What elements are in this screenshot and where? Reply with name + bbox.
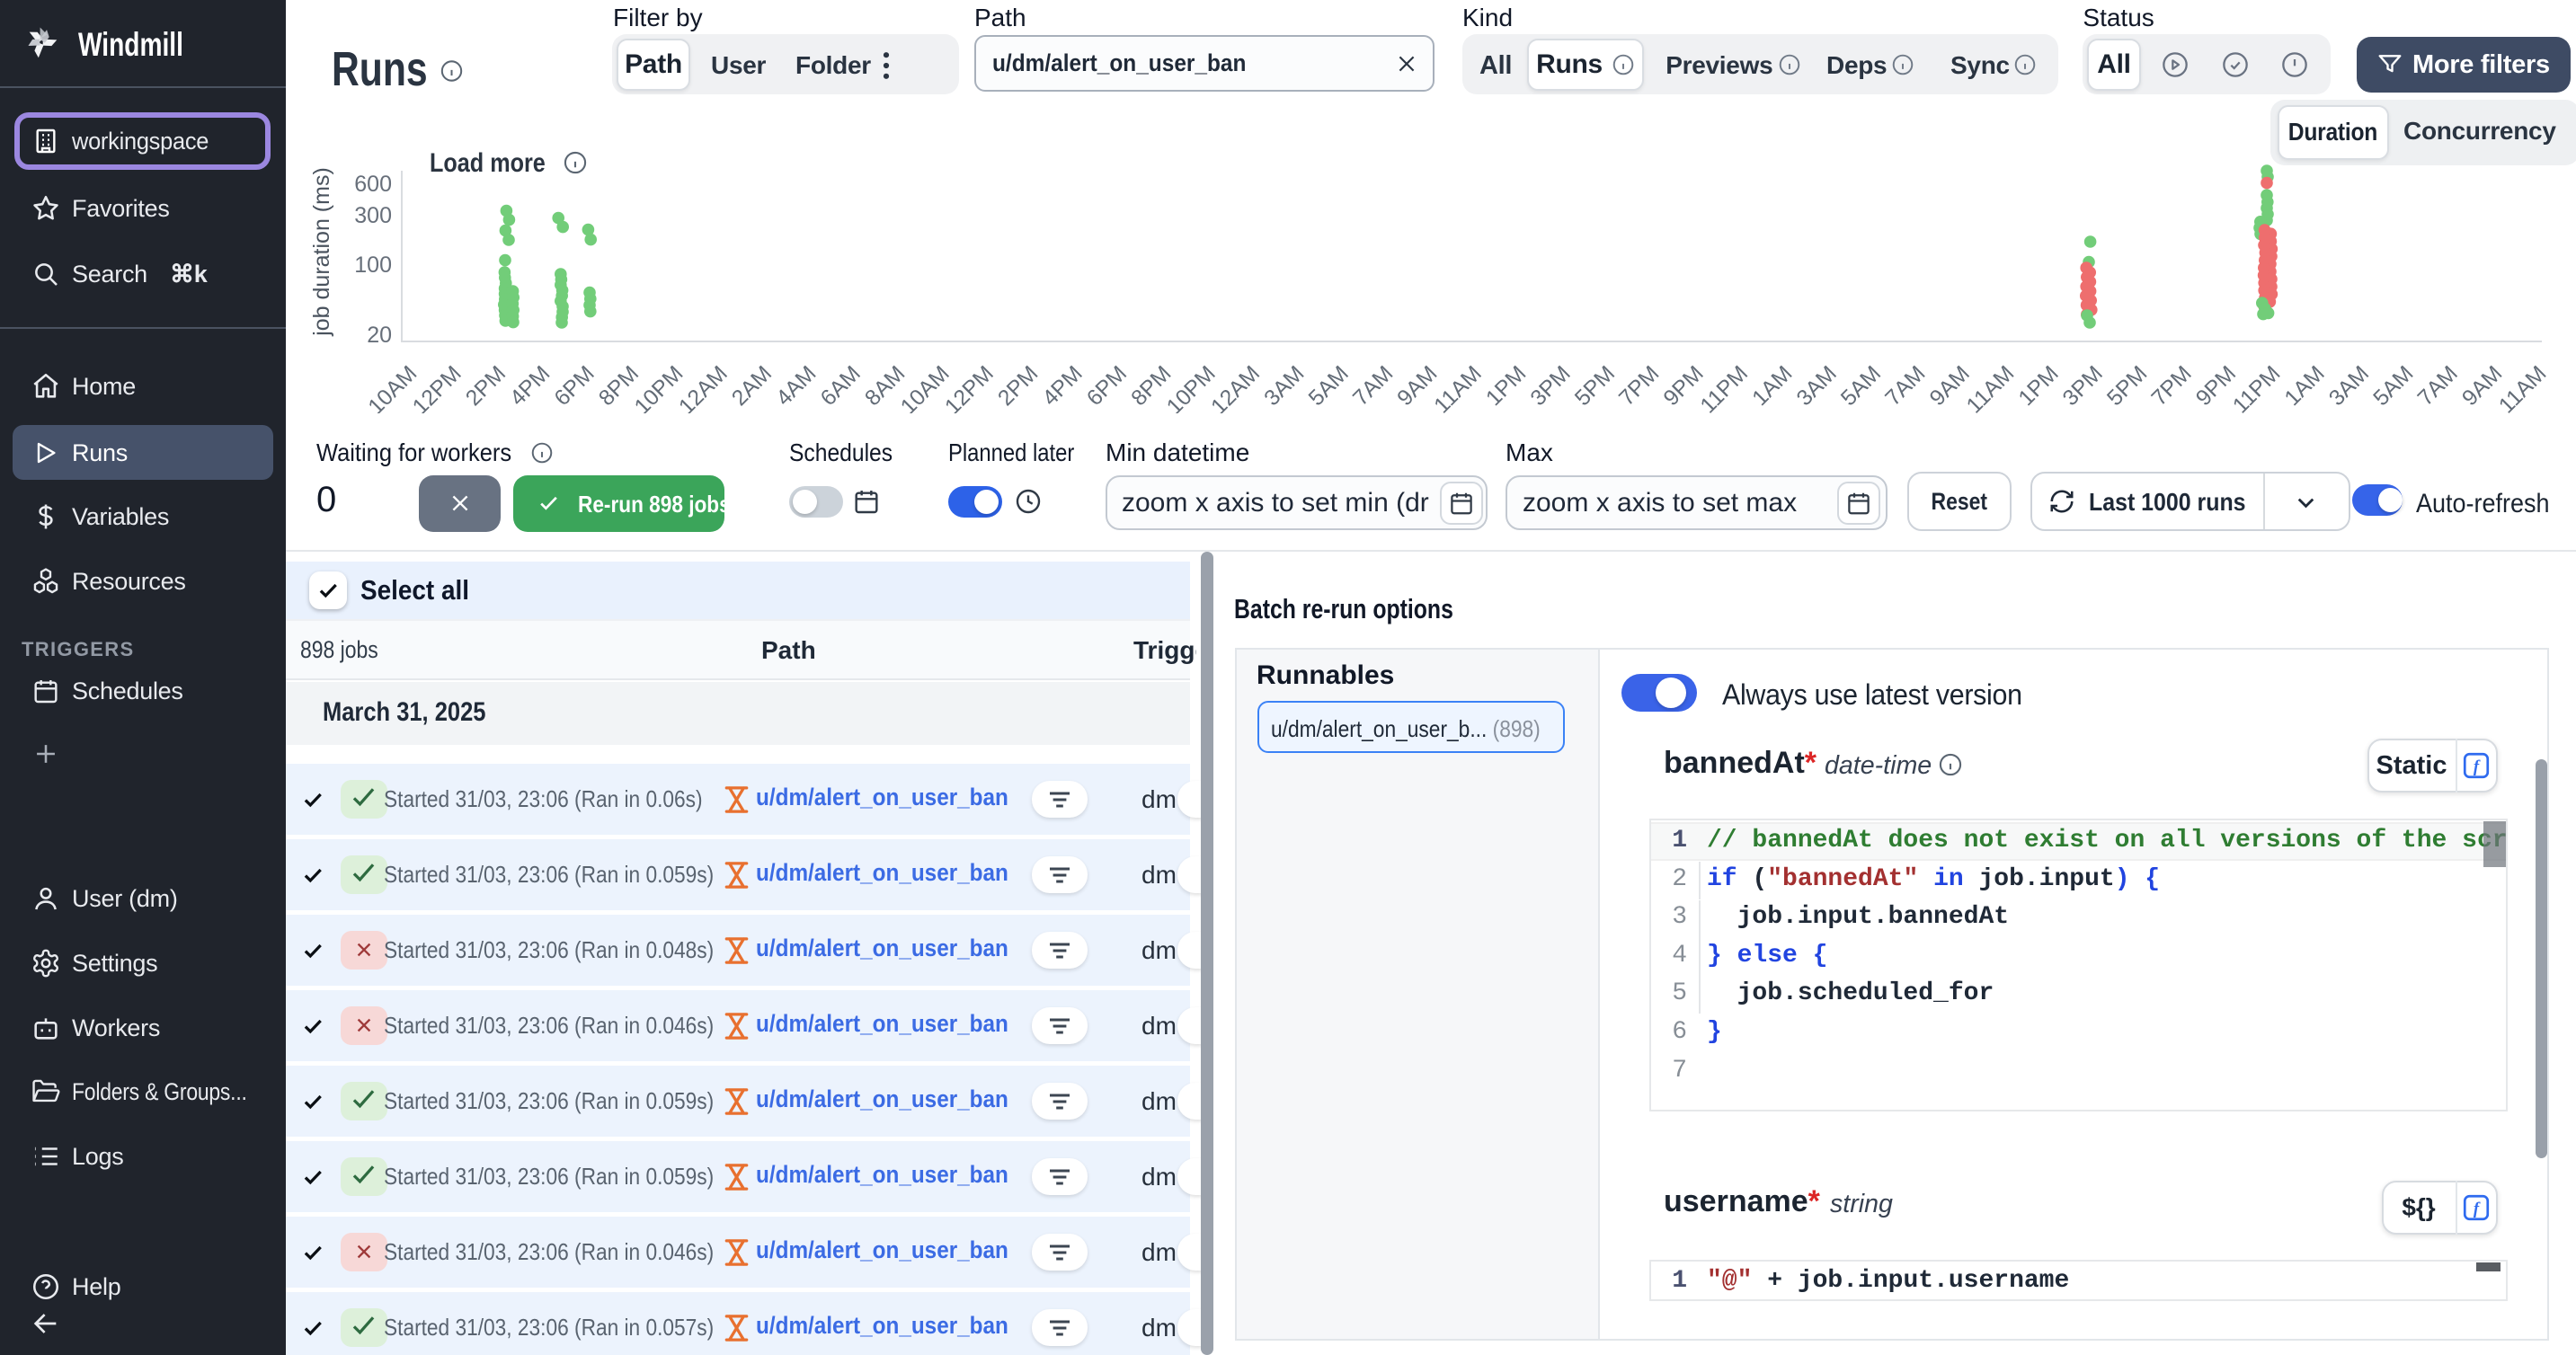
svg-text:3PM: 3PM bbox=[2058, 361, 2108, 411]
svg-text:5AM: 5AM bbox=[1304, 361, 1354, 411]
svg-text:11AM: 11AM bbox=[1962, 361, 2019, 413]
svg-text:11PM: 11PM bbox=[2228, 361, 2285, 413]
svg-text:2PM: 2PM bbox=[461, 361, 511, 411]
svg-text:f: f bbox=[2474, 1200, 2481, 1218]
svg-text:7PM: 7PM bbox=[1614, 361, 1664, 411]
svg-text:3PM: 3PM bbox=[1526, 361, 1576, 411]
svg-text:11AM: 11AM bbox=[2494, 361, 2551, 413]
svg-text:11PM: 11PM bbox=[1696, 361, 1753, 413]
svg-text:5PM: 5PM bbox=[1570, 361, 1620, 411]
svg-text:6PM: 6PM bbox=[1082, 361, 1132, 411]
svg-text:7AM: 7AM bbox=[1881, 361, 1931, 411]
svg-text:3AM: 3AM bbox=[1792, 361, 1842, 411]
svg-text:3AM: 3AM bbox=[1260, 361, 1310, 411]
svg-text:3AM: 3AM bbox=[2324, 361, 2374, 411]
svg-text:1PM: 1PM bbox=[1481, 361, 1531, 411]
svg-text:1AM: 1AM bbox=[2280, 361, 2330, 411]
svg-text:5AM: 5AM bbox=[2369, 361, 2419, 411]
svg-text:2PM: 2PM bbox=[993, 361, 1043, 411]
svg-text:7AM: 7AM bbox=[1348, 361, 1398, 411]
svg-text:12AM: 12AM bbox=[674, 361, 733, 413]
svg-text:7PM: 7PM bbox=[2147, 361, 2197, 411]
svg-text:4PM: 4PM bbox=[1038, 361, 1088, 411]
svg-text:12AM: 12AM bbox=[1207, 361, 1266, 413]
svg-text:7AM: 7AM bbox=[2413, 361, 2463, 411]
svg-text:4PM: 4PM bbox=[505, 361, 555, 411]
svg-text:6AM: 6AM bbox=[816, 361, 866, 411]
svg-text:11AM: 11AM bbox=[1430, 361, 1487, 413]
svg-text:12PM: 12PM bbox=[408, 361, 466, 413]
svg-text:5AM: 5AM bbox=[1836, 361, 1886, 411]
svg-text:4AM: 4AM bbox=[772, 361, 822, 411]
svg-text:f: f bbox=[2474, 757, 2481, 776]
svg-text:2AM: 2AM bbox=[727, 361, 777, 411]
svg-text:1AM: 1AM bbox=[1748, 361, 1798, 411]
svg-text:5PM: 5PM bbox=[2102, 361, 2152, 411]
svg-text:12PM: 12PM bbox=[940, 361, 999, 413]
svg-text:1PM: 1PM bbox=[2014, 361, 2064, 411]
svg-text:6PM: 6PM bbox=[550, 361, 600, 411]
